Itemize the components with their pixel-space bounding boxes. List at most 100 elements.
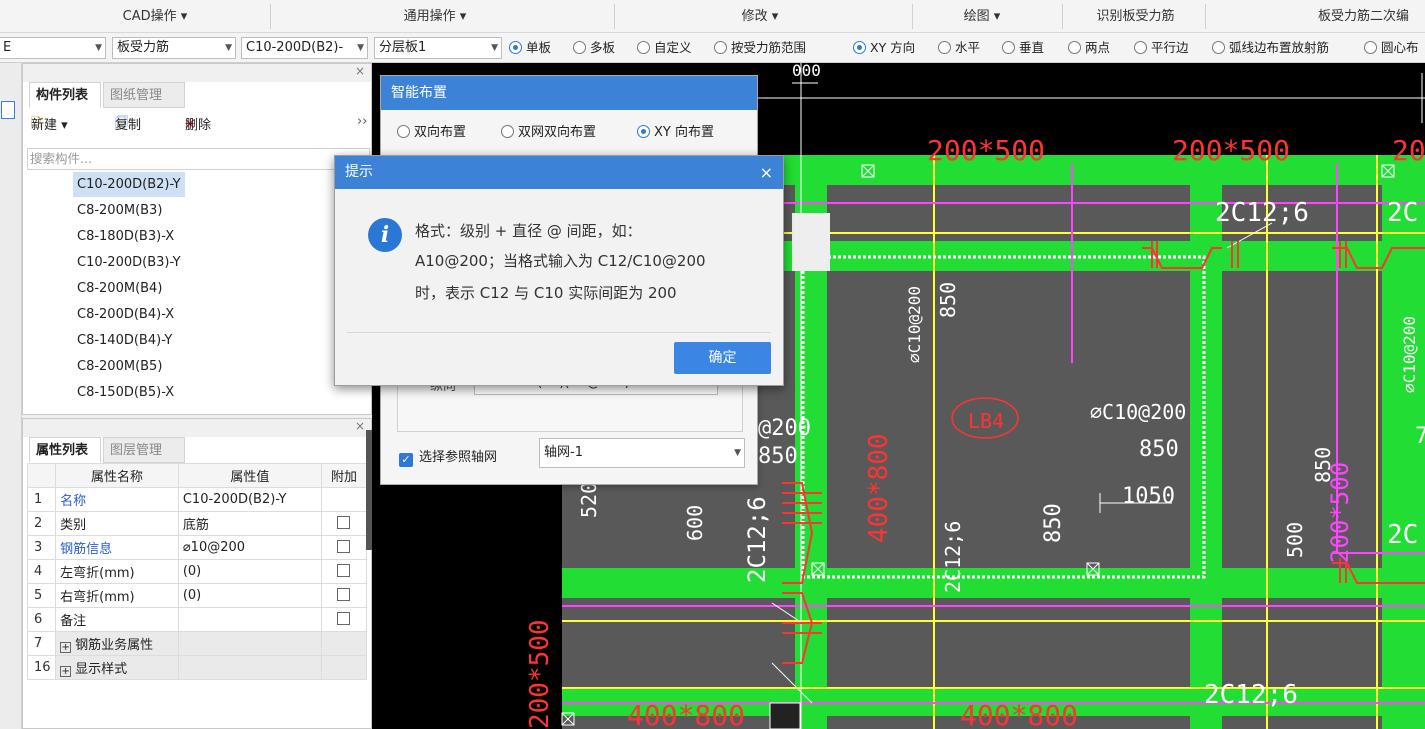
prop-value[interactable]: (0) bbox=[177, 559, 322, 584]
combo-value: E bbox=[3, 40, 12, 55]
radio-dot bbox=[573, 41, 586, 54]
chevron-down-icon: ▼ bbox=[225, 43, 232, 53]
prop-value[interactable]: ⌀10@200 bbox=[177, 535, 322, 560]
radio-dot bbox=[714, 41, 727, 54]
radio-single-slab[interactable]: 单板 bbox=[509, 39, 551, 57]
close-icon[interactable]: × bbox=[355, 64, 365, 78]
table-row[interactable]: 2 类别 底筋 bbox=[26, 511, 368, 536]
component-search-input[interactable]: 搜索构件... bbox=[27, 148, 370, 170]
table-row[interactable]: 16 + 显示样式 bbox=[26, 655, 368, 680]
extra-checkbox[interactable] bbox=[320, 607, 368, 632]
radio-label: 平行边 bbox=[1151, 40, 1189, 55]
component-combo[interactable]: C10-200D(B2)- ▼ bbox=[241, 37, 368, 59]
hint-line-2: A10@200；当格式输入为 C12/C10@200 bbox=[415, 252, 706, 270]
menu-separator bbox=[270, 4, 271, 29]
tab-property-list[interactable]: 属性列表 bbox=[29, 437, 101, 463]
cad-label: 850 bbox=[758, 444, 798, 469]
menu-bar: CAD操作 ▾ 通用操作 ▾ 修改 ▾ 绘图 ▾ 识别板受力筋 板受力筋二次编 bbox=[0, 0, 1425, 33]
cad-label: 200*500 bbox=[927, 134, 1045, 167]
table-row[interactable]: 4 左弯折(mm) (0) bbox=[26, 559, 368, 584]
list-item[interactable]: C8-180D(B3)-X bbox=[73, 224, 178, 249]
radio-dot bbox=[1068, 41, 1081, 54]
prop-value[interactable]: (0) bbox=[177, 583, 322, 608]
cad-label: @200 bbox=[758, 416, 811, 441]
menu-identify-slab-rebar[interactable]: 识别板受力筋 bbox=[1078, 0, 1193, 33]
extra-checkbox[interactable] bbox=[320, 559, 368, 584]
radio-parallel-edge[interactable]: 平行边 bbox=[1134, 39, 1189, 57]
close-icon[interactable]: × bbox=[760, 156, 773, 189]
chevron-down-icon: ▼ bbox=[491, 43, 498, 53]
radio-custom[interactable]: 自定义 bbox=[637, 39, 692, 57]
row-num: 3 bbox=[26, 535, 57, 560]
chevron-down-icon: ▼ bbox=[734, 448, 741, 458]
table-row[interactable]: 5 右弯折(mm) (0) bbox=[26, 583, 368, 608]
cad-label: 2C bbox=[1387, 198, 1418, 228]
prop-value[interactable] bbox=[177, 607, 322, 632]
menu-draw[interactable]: 绘图 ▾ bbox=[942, 0, 1022, 33]
panel-header: × bbox=[23, 64, 371, 82]
list-item[interactable]: C10-200D(B2)-Y bbox=[73, 172, 185, 197]
more-icon[interactable]: ›› bbox=[357, 114, 367, 129]
chevron-down-icon: ▼ bbox=[95, 43, 102, 53]
radio-label: 多板 bbox=[590, 40, 616, 55]
tab-layer-management[interactable]: 图层管理 bbox=[103, 437, 185, 463]
ok-button[interactable]: 确定 bbox=[674, 342, 771, 374]
radio-two-points[interactable]: 两点 bbox=[1068, 39, 1110, 57]
axis-checkbox[interactable]: ✓ 选择参照轴网 bbox=[399, 446, 497, 467]
list-item[interactable]: C8-140D(B4)-Y bbox=[73, 328, 176, 353]
prop-value[interactable]: C10-200D(B2)-Y bbox=[177, 487, 322, 512]
prop-group[interactable]: + 钢筋业务属性 bbox=[55, 631, 179, 656]
radio-label: 双网双向布置 bbox=[518, 125, 597, 140]
table-row[interactable]: 7 + 钢筋业务属性 bbox=[26, 631, 368, 656]
radio-xy-direction[interactable]: XY 方向 bbox=[853, 39, 915, 57]
expand-icon[interactable]: + bbox=[60, 642, 72, 653]
menu-common-ops[interactable]: 通用操作 ▾ bbox=[380, 0, 490, 33]
extra-checkbox[interactable] bbox=[320, 511, 368, 536]
hint-line-3: 时，表示 C12 与 C10 实际间距为 200 bbox=[415, 284, 677, 302]
menu-cad-ops[interactable]: CAD操作 ▾ bbox=[100, 0, 210, 33]
menu-separator bbox=[912, 4, 913, 29]
chevron-down-icon: ▼ bbox=[357, 43, 364, 53]
type-combo[interactable]: 板受力筋 ▼ bbox=[112, 37, 236, 59]
list-item[interactable]: C8-200M(B4) bbox=[73, 276, 166, 301]
prop-value[interactable]: 底筋 bbox=[177, 511, 322, 536]
tab-drawing-management[interactable]: 图纸管理 bbox=[103, 82, 185, 108]
hint-dialog: 提示 × i 格式：级别 + 直径 @ 间距，如： A10@200；当格式输入为… bbox=[334, 155, 784, 386]
prop-group[interactable]: + 显示样式 bbox=[55, 655, 179, 680]
expand-icon[interactable]: + bbox=[60, 666, 72, 677]
menu-modify[interactable]: 修改 ▾ bbox=[715, 0, 805, 33]
radio-center[interactable]: 圆心布 bbox=[1364, 39, 1419, 57]
list-item[interactable]: C8-200M(B5) bbox=[73, 354, 166, 379]
cad-label: 200*500 bbox=[525, 619, 555, 729]
close-icon[interactable]: × bbox=[355, 419, 365, 433]
floor-combo[interactable]: 分层板1 ▼ bbox=[374, 37, 502, 59]
layer-combo[interactable]: E ▼ bbox=[0, 37, 106, 59]
document-icon[interactable] bbox=[1, 101, 15, 119]
radio-xy-layout[interactable]: XY 向布置 bbox=[637, 124, 714, 142]
axis-grid-select[interactable]: 轴网-1 ▼ bbox=[539, 438, 745, 468]
radio-multi-slab[interactable]: 多板 bbox=[573, 39, 615, 57]
radio-dot bbox=[1212, 41, 1225, 54]
radio-horizontal[interactable]: 水平 bbox=[938, 39, 980, 57]
list-item[interactable]: C10-200D(B3)-Y bbox=[73, 250, 185, 275]
table-row[interactable]: 1 名称 C10-200D(B2)-Y bbox=[26, 487, 368, 512]
table-row[interactable]: 6 备注 bbox=[26, 607, 368, 632]
prop-name: 类别 bbox=[55, 511, 179, 536]
radio-two-way[interactable]: 双向布置 bbox=[397, 124, 466, 142]
menu-slab-rebar-secondary[interactable]: 板受力筋二次编 bbox=[1318, 0, 1425, 33]
cad-label: 500 bbox=[1283, 522, 1307, 558]
list-item[interactable]: C8-150D(B5)-X bbox=[73, 380, 178, 405]
list-item[interactable]: C8-200D(B4)-X bbox=[73, 302, 178, 327]
radio-arc-radial[interactable]: 弧线边布置放射筋 bbox=[1212, 39, 1329, 57]
cad-label: ⌀C10@200 bbox=[1400, 316, 1419, 393]
tab-component-list[interactable]: 构件列表 bbox=[29, 82, 101, 108]
extra-checkbox[interactable] bbox=[320, 535, 368, 560]
cad-label: 000 bbox=[792, 63, 821, 80]
radio-label: 垂直 bbox=[1019, 40, 1045, 55]
radio-vertical[interactable]: 垂直 bbox=[1002, 39, 1044, 57]
table-row[interactable]: 3 钢筋信息 ⌀10@200 bbox=[26, 535, 368, 560]
radio-by-rebar-range[interactable]: 按受力筋范围 bbox=[714, 39, 806, 57]
extra-checkbox[interactable] bbox=[320, 583, 368, 608]
list-item[interactable]: C8-200M(B3) bbox=[73, 198, 166, 223]
radio-double-net[interactable]: 双网双向布置 bbox=[501, 124, 596, 142]
